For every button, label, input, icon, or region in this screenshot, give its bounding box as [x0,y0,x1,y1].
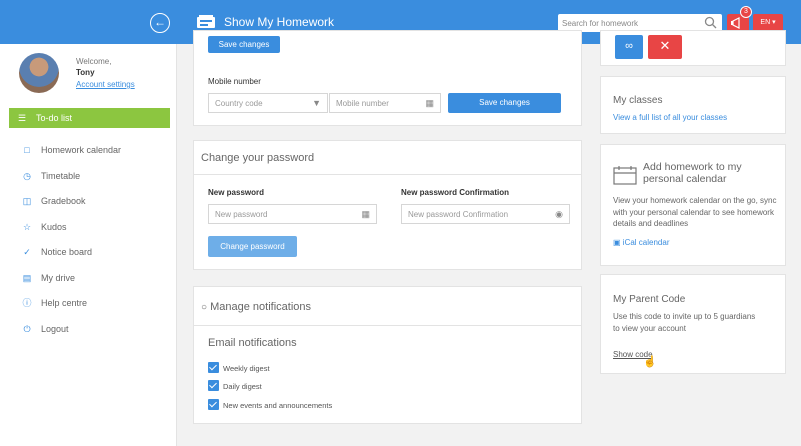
sidebar-item-label: Help centre [41,298,88,309]
new-password-field[interactable]: New password ▦ [208,204,377,224]
change-password-title: Change your password [201,152,315,164]
save-changes-button[interactable]: Save changes [448,93,561,113]
sidebar-item-notice-board[interactable]: ✓ Notice board [0,240,176,266]
sidebar-item-label: Logout [41,323,69,334]
keyboard-icon: ▦ [425,98,434,108]
chevron-down-icon: ▼ [312,98,321,108]
close-icon: ✕ [659,38,671,53]
manage-notifications-title: ○ Manage notifications [201,301,311,313]
keyboard-icon: ▦ [361,209,370,219]
view-classes-link[interactable]: View a full list of all your classes [613,113,727,122]
sidebar-item-label: Gradebook [41,196,86,207]
actions-card: ∞ ✕ [600,30,786,66]
country-code-placeholder: Country code [215,99,263,108]
drive-icon: ▤ [22,272,32,283]
bell-icon: ○ [201,302,208,313]
pin-icon: ✓ [23,247,31,258]
profile-card: Save changes Mobile number Country code … [193,30,582,126]
sidebar-item-label: Timetable [41,170,81,181]
sidebar: Welcome, Tony Account settings ☰ To-do l… [0,44,177,446]
change-password-card: Change your password New password New pa… [193,140,582,270]
events-announcements-checkbox[interactable] [208,399,219,410]
account-settings-link[interactable]: Account settings [76,80,135,89]
confirm-password-label: New password Confirmation [401,188,510,197]
brand-logo-icon [197,15,215,28]
sidebar-item-label: Homework calendar [41,145,122,156]
sidebar-item-label: To-do list [36,112,73,123]
calendar-card-text: View your homework calendar on the go, s… [613,196,777,228]
manage-notifications-label: Manage notifications [210,301,312,313]
confirm-password-field[interactable]: New password Confirmation ◉ [401,204,570,224]
book-icon: ◫ [22,196,32,207]
my-classes-title: My classes [613,95,663,106]
hand-cursor-icon: ☝ [643,356,657,368]
sidebar-nav: ☰ To-do list □ Homework calendar ◷ Timet… [0,106,176,342]
sidebar-item-label: My drive [41,272,76,283]
my-classes-card: My classes View a full list of all your … [600,76,786,134]
search-input[interactable] [562,15,697,31]
sidebar-item-label: Kudos [41,221,67,232]
mobile-number-placeholder: Mobile number [336,99,389,108]
ical-calendar-label: iCal calendar [622,238,670,247]
avatar [19,53,59,93]
sidebar-item-gradebook[interactable]: ◫ Gradebook [0,189,176,215]
power-icon: ⏻ [23,323,31,334]
sidebar-item-timetable[interactable]: ◷ Timetable [0,164,176,190]
sidebar-item-todo-list[interactable]: ☰ To-do list [9,108,170,128]
confirm-password-placeholder: New password Confirmation [408,210,509,219]
list-icon: ☰ [17,112,27,123]
delete-button[interactable]: ✕ [648,35,682,59]
sidebar-item-help-centre[interactable]: ⓘ Help centre [0,291,176,317]
sidebar-item-logout[interactable]: ⏻ Logout [0,317,176,343]
divider [194,174,581,175]
mobile-number-field[interactable]: Mobile number ▦ [329,93,441,113]
daily-digest-checkbox[interactable] [208,380,219,391]
parent-code-title: My Parent Code [613,294,686,305]
save-changes-top-button[interactable]: Save changes [208,36,280,53]
search-icon[interactable] [704,16,717,29]
sidebar-item-my-drive[interactable]: ▤ My drive [0,266,176,292]
events-announcements-label: New events and announcements [223,401,333,410]
calendar-small-icon: ▣ [613,238,621,247]
calendar-card-title: Add homework to my personal calendar [643,161,742,185]
ical-calendar-link[interactable]: ▣ iCal calendar [613,238,670,247]
link-icon: ∞ [625,40,633,52]
change-password-button[interactable]: Change password [208,236,297,257]
notification-badge: 3 [740,6,752,18]
parent-code-text: Use this code to invite up to 5 guardian… [613,312,756,333]
calendar-icon: □ [24,145,30,156]
clock-icon: ◷ [23,170,31,181]
brand-title: Show My Homework [224,15,335,29]
notifications-card: ○ Manage notifications Email notificatio… [193,286,582,424]
back-arrow-icon[interactable]: ← [150,13,170,33]
divider [194,325,581,326]
sidebar-item-label: Notice board [41,247,93,258]
user-name: Tony [76,68,95,77]
link-button[interactable]: ∞ [615,35,643,59]
mobile-number-label: Mobile number [208,77,261,86]
welcome-text: Welcome, [76,57,112,66]
new-password-label: New password [208,188,265,197]
eye-icon: ◉ [555,209,563,219]
star-icon: ☆ [22,221,32,232]
parent-code-card: My Parent Code Use this code to invite u… [600,274,786,374]
calendar-card: Add homework to my personal calendar Vie… [600,144,786,266]
sidebar-item-kudos[interactable]: ☆ Kudos [0,215,176,241]
weekly-digest-label: Weekly digest [223,364,270,373]
weekly-digest-checkbox[interactable] [208,362,219,373]
daily-digest-label: Daily digest [223,382,262,391]
email-notifications-title: Email notifications [208,337,297,349]
new-password-placeholder: New password [215,210,268,219]
country-code-select[interactable]: Country code ▼ [208,93,328,113]
sidebar-item-homework-calendar[interactable]: □ Homework calendar [0,138,176,164]
calendar-icon [613,166,637,185]
help-icon: ⓘ [22,298,32,309]
